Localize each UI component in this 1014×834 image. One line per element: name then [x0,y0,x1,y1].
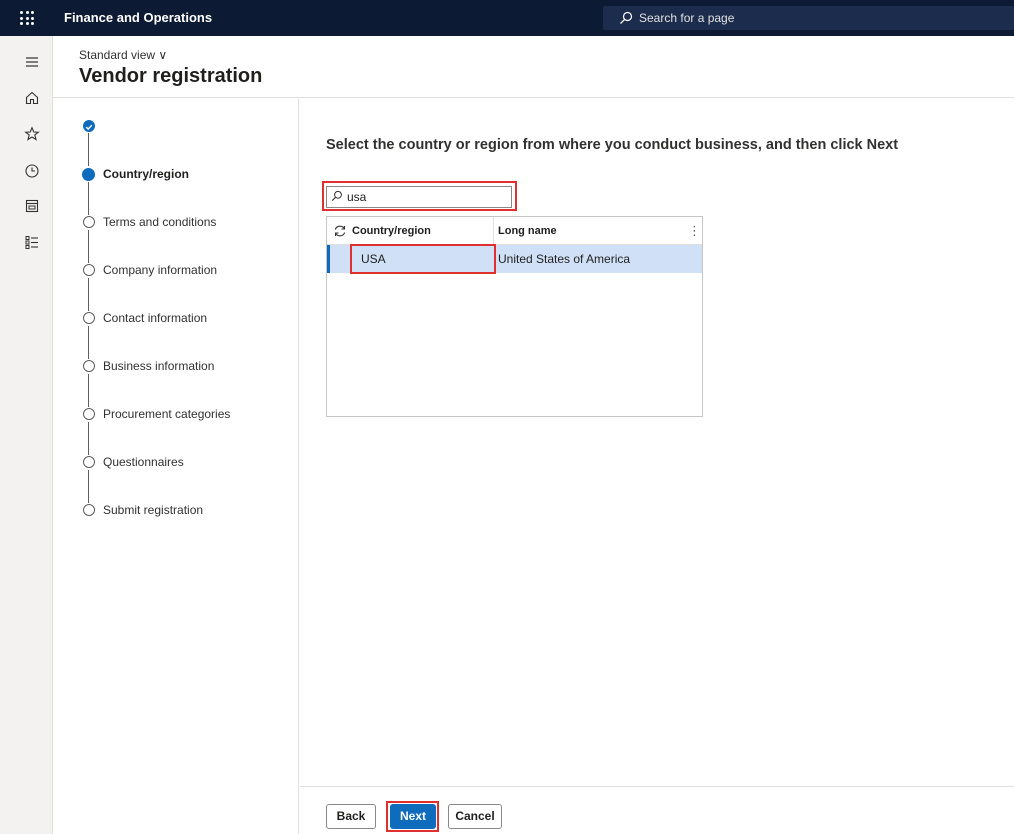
list-icon[interactable] [24,234,40,250]
clock-icon[interactable] [24,163,40,179]
search-icon [620,11,633,24]
step-label[interactable]: Company information [103,263,217,277]
filter-field[interactable] [326,186,512,208]
cancel-button[interactable]: Cancel [448,804,502,829]
grid-header: Country/region Long name ⋮ [327,217,702,245]
step-pending-indicator[interactable] [82,216,95,228]
step-label[interactable]: Submit registration [103,503,203,517]
step-complete-icon[interactable] [82,120,95,132]
step-connector [88,278,89,311]
step-connector [88,230,89,263]
home-icon[interactable] [24,90,40,106]
filter-input[interactable] [347,189,507,205]
step-label[interactable]: Terms and conditions [103,215,216,229]
step-connector [88,326,89,359]
step-connector [88,422,89,455]
step-label[interactable]: Country/region [103,167,189,181]
country-grid[interactable]: Country/region Long name ⋮ USA United St… [326,216,703,417]
top-bar: Finance and Operations Search for a page [0,0,1014,36]
refresh-icon[interactable] [333,224,347,238]
step-connector [88,133,89,166]
step-pending-indicator[interactable] [82,408,95,420]
search-icon [331,190,342,201]
step-label[interactable]: Business information [103,359,214,373]
cell-long-name[interactable]: United States of America [498,252,630,266]
column-divider [493,217,494,245]
step-current-indicator[interactable] [82,167,95,181]
step-pending-indicator[interactable] [82,360,95,372]
column-header-long-name[interactable]: Long name [498,225,557,237]
nav-rail [0,36,53,834]
app-launcher-icon[interactable] [20,11,34,25]
hamburger-icon[interactable] [24,54,40,70]
back-button[interactable]: Back [326,804,376,829]
more-options-icon[interactable]: ⋮ [688,223,701,239]
step-label[interactable]: Procurement categories [103,407,230,421]
step-pending-indicator[interactable] [82,456,95,468]
step-connector [88,470,89,503]
step-pending-indicator[interactable] [82,264,95,276]
search-placeholder: Search for a page [639,11,735,25]
step-connector [88,374,89,407]
cell-country[interactable]: USA [361,252,386,266]
app-title[interactable]: Finance and Operations [64,10,212,25]
next-button[interactable]: Next [390,804,436,829]
step-connector [88,182,89,215]
main-content [300,99,1014,834]
view-selector[interactable]: Standard view ∨ [79,48,167,62]
page-header: Standard view ∨ Vendor registration [53,36,1014,98]
step-label[interactable]: Questionnaires [103,455,184,469]
column-header-country[interactable]: Country/region [352,225,431,237]
workspace-icon[interactable] [24,198,40,214]
table-row[interactable]: USA United States of America [327,245,702,273]
selected-row-marker [327,245,330,273]
instruction-text: Select the country or region from where … [326,137,899,153]
step-pending-indicator[interactable] [82,504,95,516]
step-label[interactable]: Contact information [103,311,207,325]
page-search-box[interactable]: Search for a page [603,6,1014,30]
step-pending-indicator[interactable] [82,312,95,324]
page-title: Vendor registration [79,65,263,87]
star-icon[interactable] [24,126,40,142]
